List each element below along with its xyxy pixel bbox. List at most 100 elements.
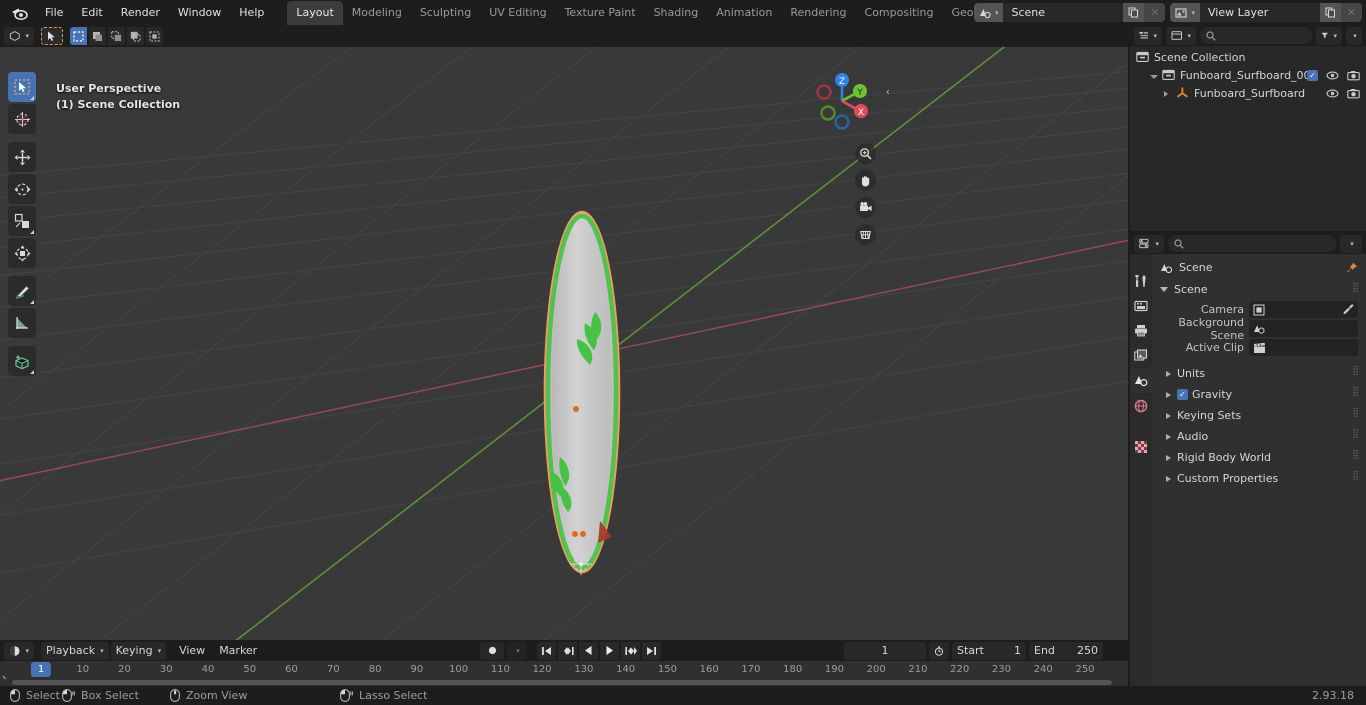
eye-icon[interactable] (1326, 88, 1339, 99)
chevron-left-icon[interactable]: ‹ (886, 85, 890, 98)
prop-row-active-clip[interactable]: Active Clip (1152, 339, 1358, 356)
workspace-tab-animation[interactable]: Animation (707, 1, 781, 25)
toggle-orthographic-icon[interactable] (855, 224, 876, 245)
annotate-tool[interactable] (8, 276, 36, 306)
properties-search-input[interactable] (1168, 235, 1336, 252)
select-invert-icon[interactable] (127, 27, 144, 45)
camera-view-icon[interactable] (855, 197, 876, 218)
panel-header-gravity[interactable]: ✓ Gravity ⣿ (1152, 384, 1366, 405)
eyedropper-icon[interactable] (1342, 303, 1354, 315)
unlink-x-icon[interactable]: ✕ (1144, 3, 1166, 22)
properties-editor[interactable]: ▾ ▾ Scene Scene ⣿ Camera Background Scen… (1130, 233, 1366, 686)
3d-viewport[interactable]: User Perspective (1) Scene Collection Z … (0, 47, 1128, 640)
panel-header-units[interactable]: Units ⣿ (1152, 363, 1366, 384)
menu-edit[interactable]: Edit (72, 3, 111, 23)
timeline-marker-menu[interactable]: Marker (212, 642, 264, 659)
outliner-row[interactable]: Funboard_Surfboard_001 ✓ (1130, 66, 1366, 84)
unlink-x-icon[interactable]: ✕ (1341, 3, 1362, 22)
jump-to-start-icon[interactable] (537, 641, 556, 660)
pan-hand-icon[interactable] (855, 170, 876, 191)
select-subtract-icon[interactable] (108, 27, 125, 45)
tweak-select-tool[interactable] (8, 72, 36, 102)
select-mode-group[interactable] (70, 27, 163, 45)
prop-row-background-scene[interactable]: Background Scene (1152, 316, 1358, 342)
new-copy-icon[interactable] (1320, 3, 1341, 22)
background-scene-field[interactable] (1249, 320, 1358, 337)
frame-start-field[interactable]: Start 1 (952, 641, 1026, 660)
outliner-editor-icon[interactable]: ▾ (1134, 26, 1162, 45)
tweak-tool-indicator-icon[interactable] (41, 27, 63, 45)
workspace-tab-modeling[interactable]: Modeling (343, 1, 411, 25)
camera-field[interactable] (1249, 301, 1358, 318)
workspace-tab-rendering[interactable]: Rendering (781, 1, 855, 25)
viewport-toolbar[interactable] (8, 72, 36, 376)
menu-window[interactable]: Window (169, 3, 230, 23)
play-icon[interactable] (600, 641, 619, 660)
view-layer-name-field[interactable]: View Layer (1200, 3, 1320, 22)
view-layer-tab[interactable] (1130, 343, 1152, 368)
pin-icon[interactable] (1346, 262, 1358, 274)
move-tool[interactable] (8, 142, 36, 172)
zoom-icon[interactable] (855, 143, 876, 164)
workspace-tab-compositing[interactable]: Compositing (856, 1, 943, 25)
filter-icon[interactable]: ▾ (1316, 26, 1342, 45)
display-mode-icon[interactable]: ▾ (1166, 26, 1196, 45)
workspace-tab-uv-editing[interactable]: UV Editing (480, 1, 555, 25)
blender-logo-icon[interactable] (6, 3, 32, 23)
new-copy-icon[interactable] (1123, 3, 1145, 22)
select-intersect-icon[interactable] (146, 27, 163, 45)
properties-tab-column[interactable] (1130, 254, 1152, 686)
texture-tab[interactable] (1130, 434, 1152, 459)
measure-tool[interactable] (8, 308, 36, 338)
chevron-down-icon[interactable] (1150, 69, 1162, 82)
view-layer-id-block[interactable]: ▾ View Layer ✕ (1170, 3, 1362, 22)
scene-name-field[interactable]: Scene (1003, 3, 1124, 22)
workspace-tab-texture-paint[interactable]: Texture Paint (556, 1, 645, 25)
select-box-icon[interactable] (70, 27, 87, 45)
outliner[interactable]: ▾ ▾ ▾ ▾ Scene Collection Funboard_Surfboa… (1130, 25, 1366, 231)
menu-file[interactable]: File (36, 3, 72, 23)
stopwatch-icon[interactable] (929, 641, 949, 660)
properties-editor-icon[interactable]: ▾ (1134, 234, 1164, 253)
menu-help[interactable]: Help (230, 3, 273, 23)
select-extend-icon[interactable] (89, 27, 106, 45)
eye-icon[interactable] (1326, 70, 1339, 81)
current-frame-field[interactable]: 1 (844, 641, 926, 660)
outliner-row[interactable]: Scene Collection (1130, 48, 1366, 66)
scene-id-block[interactable]: ▾ Scene ✕ (973, 3, 1166, 22)
viewport-nav-buttons[interactable] (855, 143, 876, 245)
tool-tab[interactable] (1130, 268, 1152, 293)
panel-header-custom-properties[interactable]: Custom Properties ⣿ (1152, 468, 1366, 489)
record-dropdown[interactable]: ▾ (507, 641, 527, 660)
timeline-view-menu[interactable]: View (172, 642, 212, 659)
properties-options-dropdown[interactable]: ▾ (1340, 234, 1362, 253)
jump-to-next-keyframe-icon[interactable] (621, 641, 640, 660)
outliner-row[interactable]: Funboard_Surfboard (1130, 84, 1366, 102)
timeline-editor-icon[interactable]: ▾ (4, 641, 34, 660)
frame-end-field[interactable]: End 250 (1029, 641, 1103, 660)
editor-type-3dview-icon[interactable]: ▾ (4, 27, 34, 45)
jump-to-prev-keyframe-icon[interactable] (558, 641, 577, 660)
world-tab[interactable] (1130, 393, 1152, 418)
workspace-tab-shading[interactable]: Shading (645, 1, 708, 25)
panel-header-keying-sets[interactable]: Keying Sets ⣿ (1152, 405, 1366, 426)
add-cube-tool[interactable] (8, 346, 36, 376)
active-clip-field[interactable] (1249, 339, 1358, 356)
scene-tab[interactable] (1130, 368, 1152, 393)
menu-render[interactable]: Render (112, 3, 169, 23)
navigation-gizmo[interactable]: Z Y X (810, 69, 874, 133)
transform-tool[interactable] (8, 238, 36, 268)
outliner-search-input[interactable] (1200, 27, 1312, 44)
play-reverse-icon[interactable] (579, 641, 598, 660)
checkbox-enabled[interactable]: ✓ (1307, 69, 1318, 81)
panel-header-rigid-body-world[interactable]: Rigid Body World ⣿ (1152, 447, 1366, 468)
jump-to-end-icon[interactable] (642, 641, 661, 660)
playback-menu[interactable]: Playback ▾ (41, 641, 109, 660)
panel-header-scene[interactable]: Scene ⣿ (1152, 280, 1366, 299)
rotate-tool[interactable] (8, 174, 36, 204)
panel-header-audio[interactable]: Audio ⣿ (1152, 426, 1366, 447)
camera-render-icon[interactable] (1347, 88, 1360, 99)
workspace-tab-layout[interactable]: Layout (287, 0, 343, 25)
view-layer-icon[interactable]: ▾ (1170, 3, 1200, 22)
scene-icon[interactable]: ▾ (973, 3, 1004, 22)
